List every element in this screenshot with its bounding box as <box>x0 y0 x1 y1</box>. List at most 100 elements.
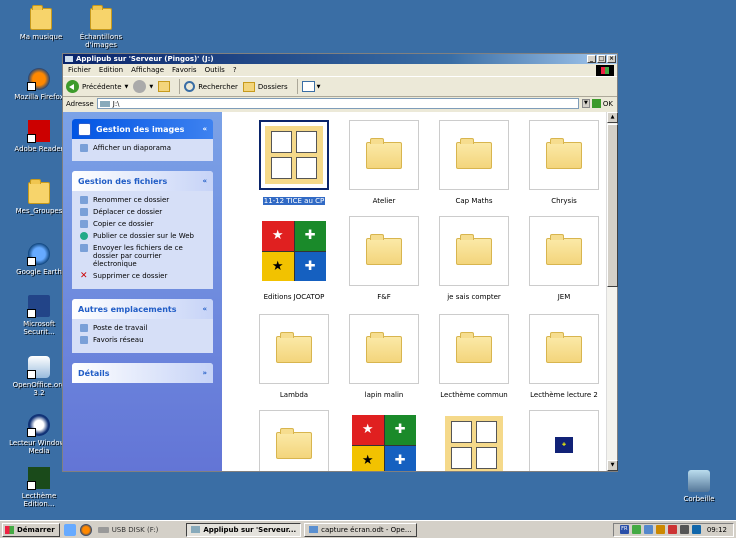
file-item[interactable]: F&F <box>344 216 424 301</box>
file-item[interactable]: lapin malin <box>344 314 424 399</box>
show-desktop-icon[interactable] <box>63 523 76 536</box>
file-item[interactable]: Chrysis <box>524 120 604 205</box>
desktop-icon-microsoft-security[interactable]: Microsoft Securit... <box>8 295 70 336</box>
panel-title: Gestion des images <box>96 124 185 134</box>
desktop-icon-media-player[interactable]: Lecteur Windows Media <box>8 414 70 455</box>
firefox-quicklaunch-icon[interactable] <box>79 523 92 536</box>
computer-icon <box>80 324 88 332</box>
collapse-chevron-icon[interactable]: « <box>202 177 207 185</box>
toolbar: Précédente ▼ ▼ Rechercher Dossiers ▼ <box>63 77 617 97</box>
file-thumbnail <box>349 314 419 384</box>
usb-disk-indicator[interactable]: USB DISK (F:) <box>97 526 158 534</box>
file-item[interactable]: ★ ✚ ★ ✚ Editions JOCATOP <box>254 216 334 301</box>
up-folder-button[interactable] <box>158 81 171 92</box>
back-button[interactable]: Précédente ▼ <box>66 80 128 93</box>
task-copy[interactable]: Copier ce dossier <box>80 220 205 228</box>
go-arrow-icon[interactable] <box>591 99 601 108</box>
file-item[interactable] <box>434 410 514 471</box>
file-item[interactable]: Lecthème lecture 2 <box>524 314 604 399</box>
menu-favoris[interactable]: Favoris <box>172 66 197 74</box>
panel-header[interactable]: Gestion des fichiers « <box>72 171 213 191</box>
task-poste-de-travail[interactable]: Poste de travail <box>80 324 205 332</box>
file-name: je sais compter <box>447 293 501 301</box>
panel-header[interactable]: Détails » <box>72 363 213 383</box>
collapse-chevron-icon[interactable]: « <box>202 305 207 313</box>
file-item[interactable]: je sais compter <box>434 216 514 301</box>
chevron-down-icon: ▼ <box>124 83 129 90</box>
task-diaporama[interactable]: Afficher un diaporama <box>80 144 205 152</box>
desktop-icon-mes-groupes[interactable]: Mes_Groupes <box>8 179 70 215</box>
delete-icon: ✕ <box>80 271 88 281</box>
desktop-icon-firefox[interactable]: Mozilla Firefox <box>8 68 70 101</box>
file-item[interactable]: Lambda <box>254 314 334 399</box>
desktop-icon-openoffice[interactable]: OpenOffice.org 3.2 <box>8 356 70 397</box>
search-button[interactable]: Rechercher <box>184 81 238 92</box>
expand-chevron-icon[interactable]: » <box>202 369 207 377</box>
address-dropdown-button[interactable]: ▼ <box>581 99 590 108</box>
task-move[interactable]: Déplacer ce dossier <box>80 208 205 216</box>
file-thumbnail: ★ ✚ ★ ✚ <box>349 410 419 471</box>
volume-icon[interactable] <box>679 525 689 534</box>
update-icon[interactable] <box>655 525 665 534</box>
panel-header[interactable]: Gestion des images « <box>72 119 213 139</box>
views-button[interactable]: ▼ <box>301 81 321 92</box>
desktop-icon-echantillons[interactable]: Échantillons d'images <box>70 5 132 49</box>
task-favoris-reseau[interactable]: Favoris réseau <box>80 336 205 344</box>
close-button[interactable]: × <box>607 55 616 63</box>
email-icon <box>80 244 88 252</box>
desktop-icon-ma-musique[interactable]: Ma musique <box>10 5 72 41</box>
menu-affichage[interactable]: Affichage <box>131 66 164 74</box>
documents-thumbnail-icon <box>265 126 323 184</box>
task-rename[interactable]: Renommer ce dossier <box>80 196 205 204</box>
folder-icon <box>546 331 582 363</box>
collapse-chevron-icon[interactable]: « <box>202 125 207 133</box>
file-item[interactable] <box>254 410 334 471</box>
panel-header[interactable]: Autres emplacements « <box>72 299 213 319</box>
security-tray-icon[interactable] <box>667 525 677 534</box>
desktop-icon-adobe-reader[interactable]: Adobe Reader <box>8 120 70 153</box>
panel-autres-emplacements: Autres emplacements « Poste de travail F… <box>72 299 213 353</box>
go-button[interactable]: OK <box>603 100 613 108</box>
file-item[interactable]: Atelier <box>344 120 424 205</box>
task-email[interactable]: Envoyer les fichiers de ce dossier par c… <box>80 244 205 268</box>
menu-fichier[interactable]: Fichier <box>68 66 91 74</box>
minimize-button[interactable]: _ <box>587 55 596 63</box>
task-publish[interactable]: Publier ce dossier sur le Web <box>80 232 205 240</box>
file-item[interactable]: Cap Maths <box>434 120 514 205</box>
desktop-icon-google-earth[interactable]: Google Earth <box>8 243 70 276</box>
forward-button[interactable]: ▼ <box>133 80 153 93</box>
menu-edition[interactable]: Edition <box>99 66 123 74</box>
file-item[interactable]: ✚ <box>524 410 604 471</box>
scroll-thumb[interactable] <box>607 124 618 287</box>
recycle-bin-icon <box>688 470 710 492</box>
scroll-down-button[interactable]: ▼ <box>607 460 618 471</box>
language-indicator[interactable]: FR <box>619 525 629 534</box>
start-button[interactable]: Démarrer <box>2 522 60 537</box>
desktop-icon-lectheme[interactable]: Lecthème Edition... <box>8 467 70 508</box>
tray-app-icon[interactable] <box>631 525 641 534</box>
desktop-icon-corbeille[interactable]: Corbeille <box>668 470 730 503</box>
file-item[interactable]: Lecthème commun <box>434 314 514 399</box>
vertical-scrollbar[interactable]: ▲ ▼ <box>606 112 618 471</box>
file-item[interactable]: JEM <box>524 216 604 301</box>
file-item[interactable]: 11-12 TICE au CP <box>254 120 334 205</box>
network-status-icon[interactable] <box>643 525 653 534</box>
taskbar-item-explorer[interactable]: Applipub sur 'Serveur... <box>186 522 302 537</box>
scroll-up-button[interactable]: ▲ <box>607 112 618 123</box>
task-delete[interactable]: ✕ Supprimer ce dossier <box>80 271 205 281</box>
file-name: Lecthème lecture 2 <box>530 391 598 399</box>
usb-eject-icon[interactable] <box>691 525 701 534</box>
address-input[interactable]: J:\ <box>96 98 579 109</box>
taskbar-item-writer[interactable]: capture écran.odt - Ope... <box>304 522 417 537</box>
maximize-button[interactable]: □ <box>597 55 606 63</box>
file-name: 11-12 TICE au CP <box>262 197 326 205</box>
menu-help[interactable]: ? <box>233 66 237 74</box>
menu-outils[interactable]: Outils <box>205 66 225 74</box>
window-titlebar[interactable]: Applipub sur 'Serveur (Pingos)' (J:) _ □… <box>63 54 617 64</box>
address-bar: Adresse J:\ ▼ OK <box>63 97 617 110</box>
system-tray: FR 09:12 <box>612 522 734 537</box>
folders-button[interactable]: Dossiers <box>242 81 288 92</box>
explorer-window: Applipub sur 'Serveur (Pingos)' (J:) _ □… <box>62 53 618 472</box>
file-item[interactable]: ★ ✚ ★ ✚ <box>344 410 424 471</box>
desktop-icon-label: Ma musique <box>19 33 63 41</box>
